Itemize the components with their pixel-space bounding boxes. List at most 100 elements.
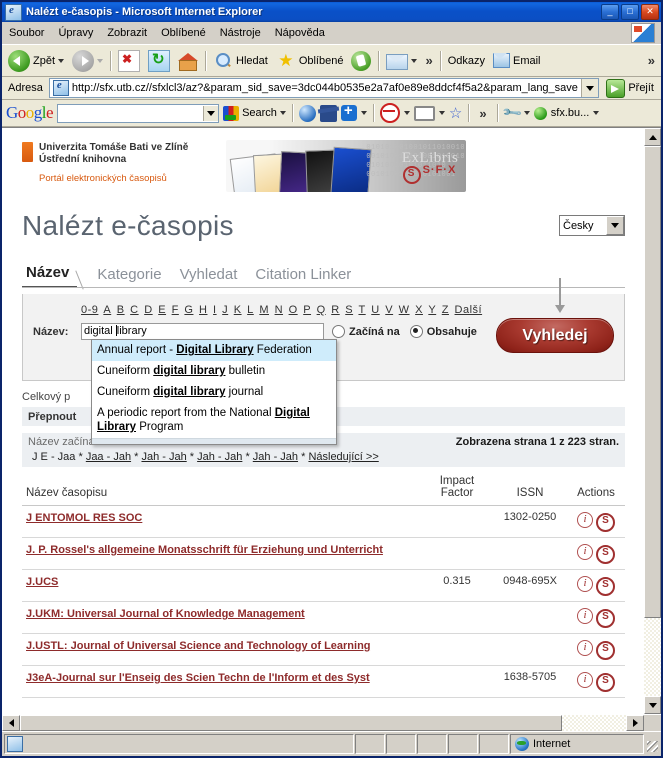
search-submit-button[interactable]: Vyhledej	[496, 318, 614, 353]
globe-icon[interactable]	[298, 104, 316, 122]
autofill-icon[interactable]	[413, 105, 435, 121]
sfx-icon[interactable]: S	[596, 577, 615, 596]
back-button[interactable]: Zpět	[4, 48, 68, 74]
title-search-input[interactable]: digital library	[81, 323, 324, 340]
switch-label[interactable]: Přepnout	[28, 411, 76, 423]
alpha-link-k[interactable]: K	[234, 304, 242, 316]
menu-item-upravy[interactable]: Úpravy	[51, 25, 100, 41]
tab-vyhledat[interactable]: Vyhledat	[176, 264, 252, 288]
alpha-link-d[interactable]: D	[144, 304, 152, 316]
tab-kategorie[interactable]: Kategorie	[93, 264, 175, 288]
journal-link[interactable]: J.USTL: Journal of Universal Science and…	[26, 640, 371, 652]
popup-blocker-icon[interactable]	[379, 103, 400, 123]
alpha-link-y[interactable]: Y	[428, 304, 436, 316]
tab-citation-linker[interactable]: Citation Linker	[251, 264, 365, 288]
search-button[interactable]: Hledat	[209, 49, 272, 73]
maximize-button[interactable]: □	[621, 4, 639, 20]
alpha-link-v[interactable]: V	[385, 304, 393, 316]
alpha-link-r[interactable]: R	[331, 304, 339, 316]
pagination-link-2[interactable]: Jah - Jah	[141, 451, 186, 463]
menu-item-zobrazit[interactable]: Zobrazit	[100, 25, 154, 41]
vertical-scroll-thumb[interactable]	[644, 146, 661, 618]
go-button[interactable]: Přejít	[602, 78, 658, 98]
language-dropdown-icon[interactable]	[606, 216, 624, 235]
horizontal-scroll-thumb[interactable]	[20, 715, 562, 731]
journal-link[interactable]: J.UKM: Universal Journal of Knowledge Ma…	[26, 608, 305, 620]
alpha-link-dalsi[interactable]: Další	[455, 304, 483, 316]
home-button[interactable]	[174, 49, 202, 73]
menu-item-nastroje[interactable]: Nástroje	[213, 25, 268, 41]
alpha-link-l[interactable]: L	[247, 304, 254, 316]
minimize-button[interactable]: _	[601, 4, 619, 20]
alpha-link-u[interactable]: U	[371, 304, 379, 316]
pagination-link-3[interactable]: Jah - Jah	[197, 451, 242, 463]
alpha-link-0-9[interactable]: 0-9	[81, 304, 98, 316]
autocomplete-item-2[interactable]: Cuneiform digital library bulletin	[92, 361, 336, 382]
email-link[interactable]: Email	[489, 51, 545, 70]
pagination-next-link[interactable]: Následující >>	[308, 451, 378, 463]
settings-wrench-icon[interactable]: 🔧	[500, 102, 523, 125]
alpha-link-o[interactable]: O	[289, 304, 298, 316]
scroll-right-button[interactable]	[626, 715, 644, 731]
forward-button[interactable]	[68, 48, 107, 74]
alpha-link-z[interactable]: Z	[442, 304, 449, 316]
scroll-left-button[interactable]	[2, 715, 20, 731]
scholar-cap-icon[interactable]	[319, 104, 337, 122]
links-label[interactable]: Odkazy	[444, 53, 489, 69]
alpha-link-x[interactable]: X	[415, 304, 423, 316]
google-overflow-chevron[interactable]: »	[475, 106, 490, 121]
autocomplete-item-3[interactable]: Cuneiform digital library journal	[92, 382, 336, 403]
settings-dropdown-icon[interactable]	[523, 111, 530, 115]
google-search-button[interactable]: Search	[223, 105, 286, 121]
pagination-link-4[interactable]: Jah - Jah	[253, 451, 298, 463]
alpha-link-g[interactable]: G	[184, 304, 193, 316]
alpha-link-h[interactable]: H	[199, 304, 207, 316]
horizontal-scrollbar[interactable]	[2, 714, 661, 731]
autocomplete-item-4[interactable]: A periodic report from the National Digi…	[92, 403, 336, 438]
account-dropdown-icon[interactable]	[593, 111, 600, 115]
scroll-up-button[interactable]	[644, 128, 661, 146]
back-dropdown-icon[interactable]	[58, 58, 65, 63]
close-button[interactable]: ✕	[641, 4, 659, 20]
alpha-link-e[interactable]: E	[158, 304, 166, 316]
alpha-link-j[interactable]: J	[222, 304, 228, 316]
vertical-scroll-track[interactable]	[644, 618, 661, 696]
mail-dropdown-icon[interactable]	[411, 58, 418, 63]
forward-dropdown-icon[interactable]	[97, 58, 104, 63]
menu-item-oblibene[interactable]: Oblíbené	[154, 25, 213, 41]
autofill-dropdown-icon[interactable]	[438, 111, 445, 115]
info-icon[interactable]: i	[577, 608, 593, 624]
autocomplete-item-1[interactable]: Annual report - Digital Library Federati…	[92, 340, 336, 361]
address-dropdown-icon[interactable]	[581, 79, 599, 97]
journal-link[interactable]: J ENTOMOL RES SOC	[26, 512, 142, 524]
google-search-input[interactable]	[57, 103, 220, 123]
google-account-label[interactable]: sfx.bu...	[551, 107, 590, 119]
sfx-icon[interactable]: S	[596, 609, 615, 628]
alpha-link-i[interactable]: I	[213, 304, 217, 316]
toolbar-overflow-chevron[interactable]: »	[421, 53, 436, 68]
pagination-link-1[interactable]: Jaa - Jah	[86, 451, 131, 463]
google-history-dropdown-icon[interactable]	[203, 105, 219, 121]
journal-link[interactable]: J.UCS	[26, 576, 58, 588]
google-search-dropdown-icon[interactable]	[279, 111, 286, 115]
sfx-icon[interactable]: S	[596, 513, 615, 532]
scroll-down-button[interactable]	[644, 696, 661, 714]
info-icon[interactable]: i	[577, 512, 593, 528]
alpha-link-w[interactable]: W	[399, 304, 410, 316]
vertical-scrollbar[interactable]	[643, 128, 661, 714]
alpha-link-p[interactable]: P	[303, 304, 311, 316]
journal-link[interactable]: J. P. Rossel's allgemeine Monatsschrift …	[26, 544, 383, 556]
address-input[interactable]: http://sfx.utb.cz//sfxlcl3/az?&param_sid…	[48, 78, 600, 98]
add-button-icon[interactable]	[340, 102, 357, 121]
tab-nazev[interactable]: Název	[22, 262, 78, 288]
menu-item-napoveda[interactable]: Nápověda	[268, 25, 332, 41]
sfx-icon[interactable]: S	[596, 545, 615, 564]
favorites-button[interactable]: ★ Oblíbené	[272, 49, 348, 73]
alpha-link-a[interactable]: A	[103, 304, 111, 316]
alpha-link-f[interactable]: F	[172, 304, 179, 316]
sfx-icon[interactable]: S	[596, 673, 615, 692]
alpha-link-q[interactable]: Q	[317, 304, 326, 316]
add-dropdown-icon[interactable]	[360, 111, 367, 115]
language-select[interactable]: Česky	[559, 215, 625, 236]
resize-grip[interactable]	[645, 735, 659, 753]
